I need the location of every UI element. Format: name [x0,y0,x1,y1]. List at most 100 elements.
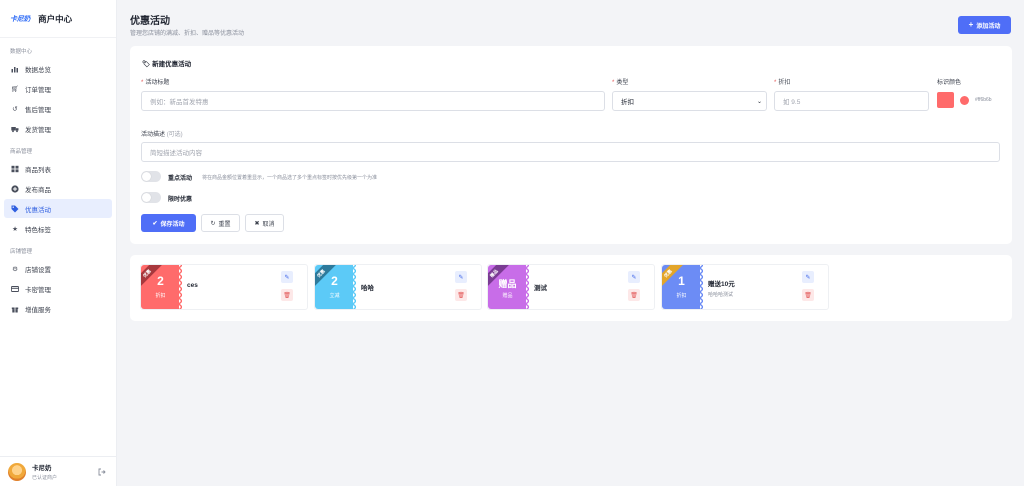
brand-title: 商户中心 [38,13,73,24]
sidebar: 卡尼奶 商户中心 数据中心 数据总览 🛒︎ 订单管理 ↺ 售后管理 发货管理 商… [0,0,117,486]
edit-icon[interactable]: ✎ [628,271,640,283]
promotion-value: 赠品 [498,279,517,289]
user-status: 已认证商户 [32,475,58,481]
sidebar-item-publish-product[interactable]: 发布商品 [4,179,112,198]
sidebar-item-label: 增值服务 [25,306,51,314]
color-picker[interactable] [937,92,954,108]
edit-icon[interactable]: ✎ [455,271,467,283]
tag-icon [11,205,19,213]
add-activity-label: 添加活动 [976,23,1001,30]
delete-icon[interactable]: 🗑︎ [281,289,293,301]
description-label-text: 活动描述 [141,132,166,138]
form-heading: 🏷︎ 新建优惠活动 [142,58,191,68]
promotion-badge: 优惠 2 立减 [315,265,356,309]
promotion-value: 2 [157,274,164,288]
avatar [8,462,26,481]
user-name: 卡尼奶 [32,465,52,472]
color-label: 标识颜色 [937,80,962,86]
sidebar-item-label: 商品列表 [25,166,51,174]
user-info: 卡尼奶 已认证商户 [32,462,57,481]
description-input[interactable]: 简短描述活动内容 [141,142,1000,162]
promotion-type: 折扣 [676,293,687,299]
sidebar-item-label: 售后管理 [25,106,51,114]
ticket-notch [179,265,182,309]
promotion-badge: 优惠 1 折扣 [662,265,703,309]
ticket-notch [526,265,529,309]
check-icon: ✔ [152,220,158,227]
undo-icon: ↺ [12,105,18,113]
new-activity-form: 🏷︎ 新建优惠活动 * 活动标题 例如：新品首发特惠 * 类型 折扣 ⌄ * 折扣 如… [130,46,1012,244]
brand: 卡尼奶 商户中心 [0,0,116,38]
sidebar-item-feature-tags[interactable]: ★ 特色标签 [4,219,112,238]
promotion-type: 折扣 [155,293,166,299]
sidebar-item-label: 特色标签 [25,226,51,234]
title-label-text: 活动标题 [145,80,170,86]
edit-icon[interactable]: ✎ [281,271,293,283]
description-label: 活动描述 (可选) [141,129,183,138]
sidebar-item-store-settings[interactable]: ⚙ 店铺设置 [4,259,112,278]
plus-circle-icon [11,184,19,193]
sidebar-item-product-list[interactable]: 商品列表 [4,159,112,178]
discount-label: * 折扣 [774,80,791,86]
type-label: * 类型 [612,80,629,86]
promotion-name: 哈哈 [361,285,374,292]
gift-icon [11,305,19,313]
promotion-value: 1 [678,274,685,288]
add-activity-button[interactable]: + 添加活动 [958,16,1011,34]
tag-icon: 🏷︎ [142,61,151,68]
sidebar-item-label: 发货管理 [25,126,51,134]
sidebar-item-data-overview[interactable]: 数据总览 [4,59,112,78]
cart-icon: 🛒︎ [10,85,20,93]
promotion-card[interactable]: 赠品 赠品 赠品 测试 ✎ 🗑︎ [487,264,655,310]
promotion-name: 赠送10元 [708,281,735,288]
edit-icon[interactable]: ✎ [802,271,814,283]
brand-logo[interactable]: 卡尼奶 [10,14,30,24]
delete-icon[interactable]: 🗑︎ [802,289,814,301]
sidebar-item-shipping[interactable]: 发货管理 [4,119,112,138]
discount-input[interactable]: 如 9.5 [774,91,929,111]
sidebar-item-value-added[interactable]: 增值服务 [4,299,112,318]
sidebar-item-orders[interactable]: 🛒︎ 订单管理 [4,79,112,98]
promotion-desc: 哈哈哈测试 [708,292,734,298]
sidebar-item-promotions[interactable]: 优惠活动 [4,199,112,218]
promotion-type: 赠品 [502,293,513,299]
user-profile[interactable]: 卡尼奶 已认证商户 [0,456,117,486]
page-subtitle: 管理您店铺的满减、折扣、赠品等优惠活动 [130,31,245,37]
sidebar-item-label: 数据总览 [25,66,51,74]
truck-icon [11,125,19,133]
reset-button[interactable]: ↻ 重置 [201,214,240,232]
ticket-notch [700,265,703,309]
cancel-label: 取消 [262,221,275,228]
promotion-card[interactable]: 优惠 2 立减 哈哈 ✎ 🗑︎ [314,264,482,310]
nav-group-label: 数据中心 [10,49,33,55]
promotion-list: 优惠 2 折扣 ces ✎ 🗑︎ 优惠 2 立减 哈哈 ✎ 🗑︎ 赠品 赠品 赠… [130,255,1012,321]
logout-icon[interactable] [98,468,106,478]
title-input[interactable]: 例如：新品首发特惠 [141,91,605,111]
gear-icon: ⚙ [12,265,18,273]
card-icon [11,285,19,293]
delete-icon[interactable]: 🗑︎ [455,289,467,301]
save-button[interactable]: ✔ 保存活动 [141,214,196,232]
featured-toggle[interactable] [141,171,161,182]
type-select[interactable]: 折扣 ⌄ [612,91,767,111]
nav-group-label: 店铺管理 [10,249,33,255]
sidebar-item-label: 订单管理 [25,86,51,94]
promotion-card[interactable]: 优惠 2 折扣 ces ✎ 🗑︎ [140,264,308,310]
sidebar-item-card-keys[interactable]: 卡密管理 [4,279,112,298]
page-title: 优惠活动 [130,16,170,27]
promotion-card[interactable]: 优惠 1 折扣 赠送10元 哈哈哈测试 ✎ 🗑︎ [661,264,829,310]
promotion-name: ces [187,282,198,289]
save-label: 保存活动 [160,221,185,228]
featured-label: 重点活动 [168,176,193,182]
reset-label: 重置 [218,221,231,228]
bar-chart-icon [11,65,19,73]
sidebar-item-after-sales[interactable]: ↺ 售后管理 [4,99,112,118]
limited-label: 限时优惠 [168,197,193,203]
color-hex-value: #ff6b6b [975,97,992,103]
refresh-icon: ↻ [210,220,216,227]
title-label: * 活动标题 [141,80,170,86]
sidebar-item-label: 发布商品 [25,186,51,194]
cancel-button[interactable]: ✖ 取消 [245,214,284,232]
delete-icon[interactable]: 🗑︎ [628,289,640,301]
limited-toggle[interactable] [141,192,161,203]
